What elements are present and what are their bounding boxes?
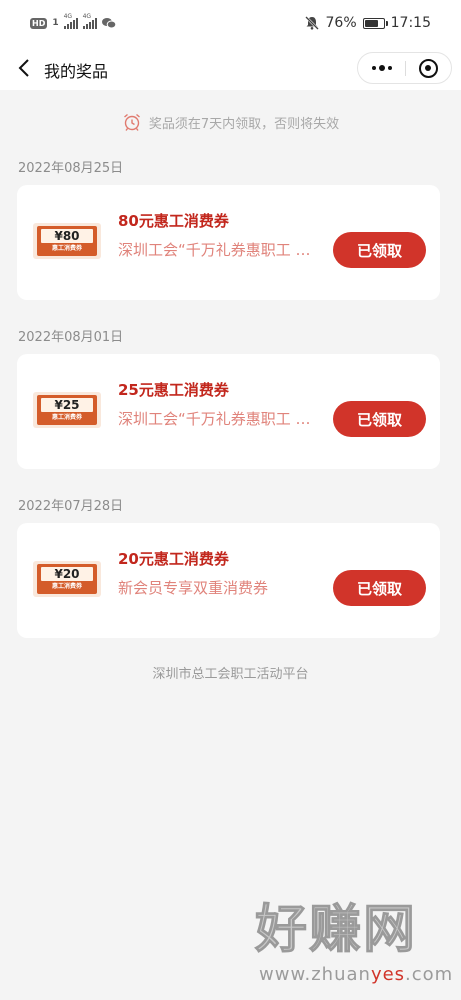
watermark-url-end: .com: [405, 964, 454, 985]
coupon-ticket: ¥20 惠工消费券: [37, 564, 97, 594]
prize-subtitle: 深圳工会“千万礼券惠职工 …: [118, 410, 311, 428]
prize-subtitle: 新会员专享双重消费券: [118, 579, 269, 597]
coupon-label: 惠工消费券: [51, 583, 82, 590]
status-right: 76% 17:15: [304, 15, 431, 31]
watermark-url-highlight: yes: [370, 964, 406, 985]
signal-icon: 4G: [63, 13, 78, 29]
status-left: HD 1 4G 4G: [30, 13, 116, 29]
prize-title: 20元惠工消费券: [118, 550, 229, 568]
network-label: 4G: [63, 13, 73, 20]
claimed-button[interactable]: 已领取: [333, 570, 426, 606]
miniprogram-capsule: [357, 52, 452, 84]
battery-icon: [362, 17, 388, 29]
coupon-label: 惠工消费券: [51, 414, 82, 421]
prize-date: 2022年08月25日: [18, 161, 124, 176]
hd-badge: HD: [30, 17, 48, 29]
coupon-label: 惠工消费券: [51, 245, 82, 252]
coupon-ticket: ¥25 惠工消费券: [37, 395, 97, 425]
close-miniprogram-icon[interactable]: [419, 59, 438, 78]
battery-level: [364, 19, 379, 27]
coupon-thumbnail: ¥80 惠工消费券: [33, 223, 101, 259]
claimed-button[interactable]: 已领取: [333, 232, 426, 268]
battery-percent: 76%: [325, 15, 357, 31]
prize-date: 2022年08月01日: [18, 330, 124, 345]
coupon-value: ¥25: [41, 398, 93, 412]
signal-icon-2: 4G: [82, 13, 97, 29]
clock: 17:15: [390, 15, 431, 31]
alarm-clock-icon: [123, 113, 140, 131]
mute-bell-icon: [304, 16, 319, 30]
more-icon[interactable]: [358, 53, 405, 83]
wechat-icon: [101, 18, 116, 29]
watermark-url: www.zhuanyes.com: [259, 964, 453, 985]
coupon-value: ¥80: [41, 229, 93, 243]
prize-card: ¥20 惠工消费券 20元惠工消费券 新会员专享双重消费券 已领取: [17, 523, 440, 638]
claimed-button[interactable]: 已领取: [333, 401, 426, 437]
footer-text: 深圳市总工会职工活动平台: [152, 667, 309, 682]
prize-card: ¥25 惠工消费券 25元惠工消费券 深圳工会“千万礼券惠职工 … 已领取: [17, 354, 440, 469]
page-title: 我的奖品: [44, 62, 109, 81]
watermark-url-start: www.zhuan: [259, 964, 371, 985]
notice-text: 奖品须在7天内领取，否则将失效: [148, 116, 340, 132]
network-label-2: 4G: [82, 13, 92, 20]
expiry-notice: 奖品须在7天内领取，否则将失效: [0, 112, 461, 132]
coupon-thumbnail: ¥20 惠工消费券: [33, 561, 101, 597]
sim-number: 1: [52, 18, 59, 28]
prize-title: 80元惠工消费券: [118, 212, 229, 230]
navbar: 我的奖品: [0, 50, 461, 90]
watermark-logo: 好赚网: [254, 900, 418, 961]
status-bar: HD 1 4G 4G 76% 17:15: [0, 0, 461, 50]
prize-card: ¥80 惠工消费券 80元惠工消费券 深圳工会“千万礼券惠职工 … 已领取: [17, 185, 440, 300]
site-watermark: 好赚网 www.zhuanyes.com: [254, 900, 455, 1000]
capsule-divider: [405, 61, 406, 76]
prize-date: 2022年07月28日: [18, 499, 124, 514]
coupon-thumbnail: ¥25 惠工消费券: [33, 392, 101, 428]
coupon-value: ¥20: [41, 567, 93, 581]
back-arrow-icon[interactable]: [14, 56, 38, 80]
coupon-ticket: ¥80 惠工消费券: [37, 226, 97, 256]
prize-title: 25元惠工消费券: [118, 381, 229, 399]
prize-subtitle: 深圳工会“千万礼券惠职工 …: [118, 241, 311, 259]
